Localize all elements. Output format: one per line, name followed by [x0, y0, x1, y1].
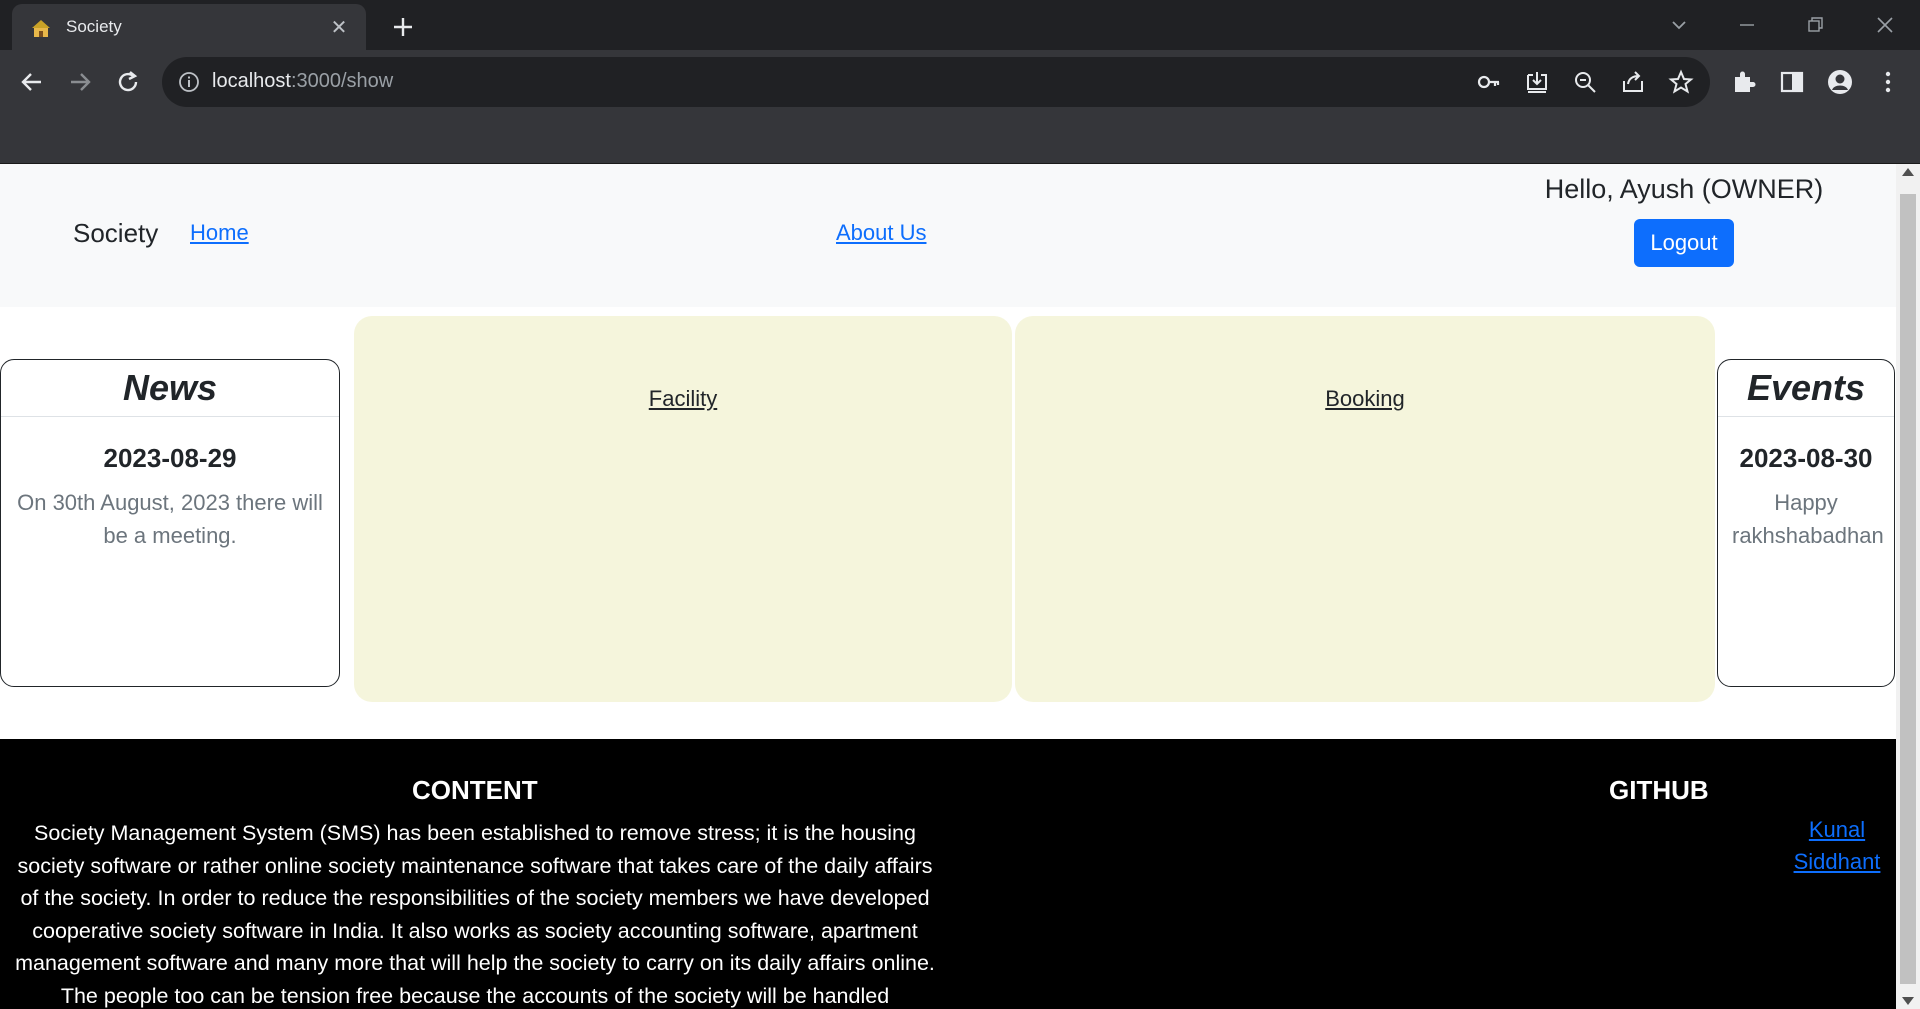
extensions-puzzle-icon[interactable] — [1730, 68, 1758, 96]
github-link-kunal[interactable]: Kunal — [1782, 817, 1892, 843]
footer-content-text: Society Management System (SMS) has been… — [15, 821, 935, 1008]
news-card: News 2023-08-29 On 30th August, 2023 the… — [0, 359, 340, 687]
booking-link[interactable]: Booking — [1015, 386, 1715, 412]
scroll-up-arrow-icon[interactable] — [1902, 168, 1914, 176]
address-bar[interactable]: localhost:3000/show — [162, 57, 1710, 107]
tab-search-icon[interactable] — [1664, 10, 1694, 40]
new-tab-icon[interactable] — [388, 12, 418, 42]
news-card-title: News — [1, 360, 339, 417]
minimize-icon[interactable] — [1732, 10, 1762, 40]
page-scrollbar[interactable] — [1896, 164, 1920, 1009]
footer-content-heading: CONTENT — [412, 775, 538, 805]
page-viewport: Society Home About Us Hello, Ayush (OWNE… — [0, 164, 1896, 1009]
install-app-icon[interactable] — [1524, 69, 1550, 95]
footer-github-heading: GITHUB — [1609, 775, 1709, 805]
github-link-siddhant[interactable]: Siddhant — [1782, 849, 1892, 875]
news-text: On 30th August, 2023 there will be a mee… — [17, 490, 323, 548]
share-icon[interactable] — [1620, 69, 1646, 95]
scroll-thumb[interactable] — [1900, 194, 1916, 984]
back-arrow-icon[interactable] — [18, 68, 46, 96]
close-window-icon[interactable] — [1870, 10, 1900, 40]
reload-icon[interactable] — [114, 68, 142, 96]
restore-icon[interactable] — [1800, 10, 1830, 40]
zoom-out-icon[interactable] — [1572, 69, 1598, 95]
browser-tabstrip: Society ✕ — [0, 0, 1920, 50]
events-date: 2023-08-30 — [1739, 443, 1873, 473]
tab-title: Society — [66, 17, 122, 36]
scroll-down-arrow-icon[interactable] — [1902, 997, 1914, 1005]
events-card: Events 2023-08-30 Happy rakhshabadhan — [1717, 359, 1895, 687]
news-date: 2023-08-29 — [103, 443, 237, 473]
profile-avatar-icon[interactable] — [1826, 68, 1854, 96]
nav-home-link[interactable]: Home — [190, 220, 249, 246]
events-text: Happy rakhshabadhan — [1732, 490, 1884, 548]
facility-link[interactable]: Facility — [354, 386, 1012, 412]
tab-close-icon[interactable]: ✕ — [328, 16, 350, 38]
user-greeting: Hello, Ayush (OWNER) — [1544, 174, 1824, 204]
bookmark-bar — [0, 114, 1920, 164]
logout-button[interactable]: Logout — [1634, 219, 1734, 267]
site-navbar: Society Home About Us Hello, Ayush (OWNE… — [0, 164, 1896, 307]
booking-tile[interactable]: Booking — [1015, 316, 1715, 702]
key-icon[interactable] — [1476, 69, 1502, 95]
nav-about-link[interactable]: About Us — [836, 220, 927, 246]
site-footer: CONTENT Society Management System (SMS) … — [0, 739, 1896, 1009]
url-text[interactable]: localhost:3000/show — [212, 70, 393, 93]
kebab-menu-icon[interactable] — [1874, 68, 1902, 96]
info-icon[interactable] — [178, 71, 200, 93]
bookmark-star-icon[interactable] — [1668, 69, 1694, 95]
facility-tile[interactable]: Facility — [354, 316, 1012, 702]
events-card-title: Events — [1718, 360, 1894, 417]
browser-toolbar: localhost:3000/show — [0, 50, 1920, 114]
house-favicon-icon — [32, 20, 50, 37]
browser-tab[interactable]: Society ✕ — [12, 4, 366, 50]
side-panel-icon[interactable] — [1778, 68, 1806, 96]
site-brand[interactable]: Society — [73, 218, 158, 249]
forward-arrow-icon[interactable] — [66, 68, 94, 96]
